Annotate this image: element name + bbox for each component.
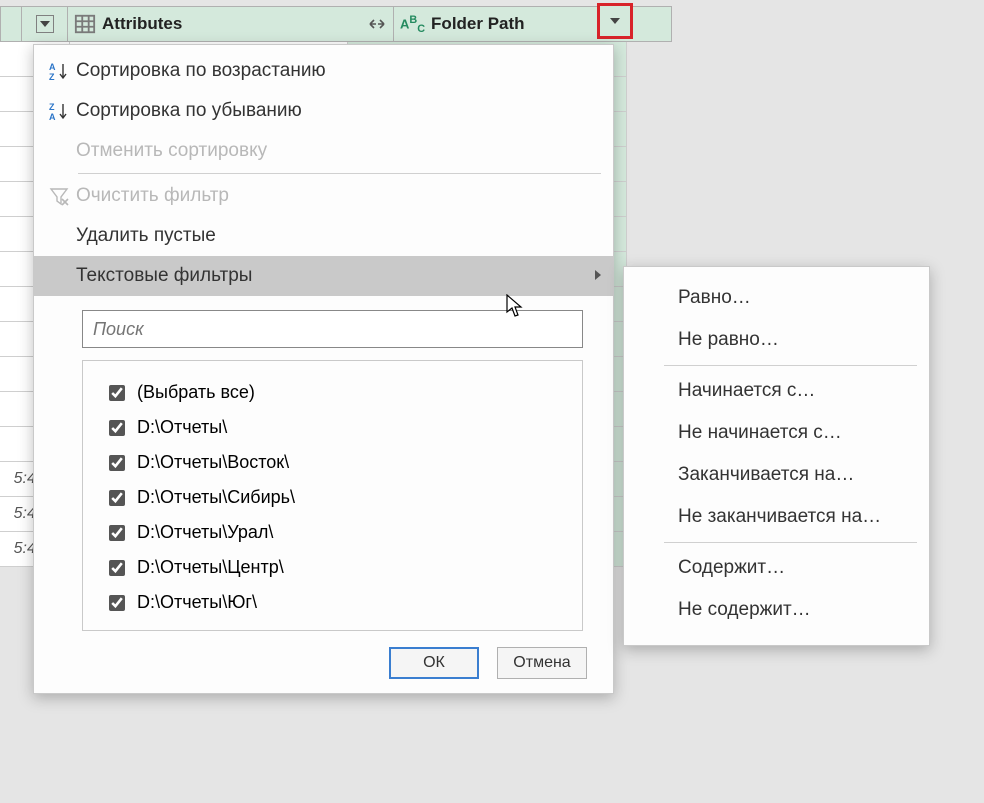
filter-value-checkbox[interactable] [109, 490, 125, 506]
filter-not-contains-label: Не содержит… [678, 599, 811, 621]
submenu-separator [664, 542, 917, 543]
filter-not-equals-label: Не равно… [678, 329, 779, 351]
folder-path-filter-dropdown[interactable] [597, 3, 633, 39]
remove-empty-label: Удалить пустые [76, 225, 216, 247]
sort-descending[interactable]: ZA Сортировка по убыванию [34, 91, 613, 131]
filter-value-label: D:\Отчеты\Центр\ [137, 557, 284, 578]
filter-not-equals[interactable]: Не равно… [624, 319, 929, 361]
sort-ascending[interactable]: AZ Сортировка по возрастанию [34, 51, 613, 91]
column-header-folder-label: Folder Path [431, 14, 525, 34]
remove-empty[interactable]: Удалить пустые [34, 216, 613, 256]
filter-contains[interactable]: Содержит… [624, 547, 929, 589]
filter-equals-label: Равно… [678, 287, 751, 309]
search-input[interactable] [82, 310, 583, 348]
filter-value-row[interactable]: D:\Отчеты\Сибирь\ [95, 480, 570, 515]
filter-value-checkbox[interactable] [109, 560, 125, 576]
sort-desc-label: Сортировка по убыванию [76, 100, 302, 122]
svg-text:Z: Z [49, 72, 55, 81]
filter-value-checkbox[interactable] [109, 420, 125, 436]
filter-value-checkbox[interactable] [109, 385, 125, 401]
clear-filter-icon [42, 186, 76, 206]
text-type-icon: ABC [400, 14, 425, 35]
filter-value-row[interactable]: D:\Отчеты\ [95, 410, 570, 445]
filter-value-label: D:\Отчеты\Сибирь\ [137, 487, 295, 508]
svg-text:A: A [49, 112, 56, 121]
filter-value-label: D:\Отчеты\Юг\ [137, 592, 257, 613]
dialog-buttons: ОК Отмена [389, 647, 587, 679]
filter-begins-with[interactable]: Начинается с… [624, 370, 929, 412]
filter-value-label: D:\Отчеты\Урал\ [137, 522, 273, 543]
filter-contains-label: Содержит… [678, 557, 785, 579]
column-header-attributes-label: Attributes [102, 14, 182, 34]
sort-asc-label: Сортировка по возрастанию [76, 60, 326, 82]
filter-equals[interactable]: Равно… [624, 277, 929, 319]
filter-value-row[interactable]: D:\Отчеты\Центр\ [95, 550, 570, 585]
text-filters[interactable]: Текстовые фильтры [34, 256, 613, 296]
clear-filter-label: Очистить фильтр [76, 185, 229, 207]
filter-value-row[interactable]: (Выбрать все) [95, 375, 570, 410]
cancel-button[interactable]: Отмена [497, 647, 587, 679]
column-header-row: Attributes ABC Folder Path [0, 6, 672, 42]
filter-value-checkbox[interactable] [109, 455, 125, 471]
filter-column-dropdown-prev[interactable] [22, 6, 68, 42]
menu-separator [78, 173, 601, 174]
filter-not-begins[interactable]: Не начинается с… [624, 412, 929, 454]
text-filters-submenu: Равно… Не равно… Начинается с… Не начина… [623, 266, 930, 646]
time-header-stub [0, 6, 22, 42]
filter-not-begins-label: Не начинается с… [678, 422, 842, 444]
ok-button[interactable]: ОК [389, 647, 479, 679]
filter-not-contains[interactable]: Не содержит… [624, 589, 929, 631]
filter-value-row[interactable]: D:\Отчеты\Восток\ [95, 445, 570, 480]
filter-not-ends-label: Не заканчивается на… [678, 506, 881, 528]
table-icon [74, 13, 96, 35]
search-container [34, 296, 613, 360]
filter-value-checkbox[interactable] [109, 595, 125, 611]
filter-value-label: (Выбрать все) [137, 382, 255, 403]
sort-asc-icon: AZ [42, 61, 76, 81]
clear-sort: Отменить сортировку [34, 131, 613, 171]
chevron-down-icon [36, 15, 54, 33]
submenu-separator [664, 365, 917, 366]
filter-value-checkbox[interactable] [109, 525, 125, 541]
filter-not-ends[interactable]: Не заканчивается на… [624, 496, 929, 538]
expand-column-icon[interactable] [365, 12, 389, 36]
chevron-right-icon [593, 265, 603, 287]
sort-desc-icon: ZA [42, 101, 76, 121]
filter-dropdown-panel: AZ Сортировка по возрастанию ZA Сортиров… [33, 44, 614, 694]
filter-value-row[interactable]: D:\Отчеты\Урал\ [95, 515, 570, 550]
text-filters-label: Текстовые фильтры [76, 265, 252, 287]
ok-label: ОК [423, 654, 445, 672]
clear-filter: Очистить фильтр [34, 176, 613, 216]
filter-value-row[interactable]: D:\Отчеты\Юг\ [95, 585, 570, 620]
filter-value-label: D:\Отчеты\ [137, 417, 227, 438]
filter-ends-label: Заканчивается на… [678, 464, 854, 486]
filter-ends-with[interactable]: Заканчивается на… [624, 454, 929, 496]
svg-text:A: A [49, 62, 56, 72]
clear-sort-label: Отменить сортировку [76, 140, 267, 162]
filter-value-label: D:\Отчеты\Восток\ [137, 452, 289, 473]
svg-text:Z: Z [49, 102, 55, 112]
filter-begins-label: Начинается с… [678, 380, 815, 402]
column-header-attributes[interactable]: Attributes [68, 6, 394, 42]
cancel-label: Отмена [513, 654, 570, 672]
filter-values-panel: (Выбрать все) D:\Отчеты\ D:\Отчеты\Восток\… [82, 360, 583, 631]
